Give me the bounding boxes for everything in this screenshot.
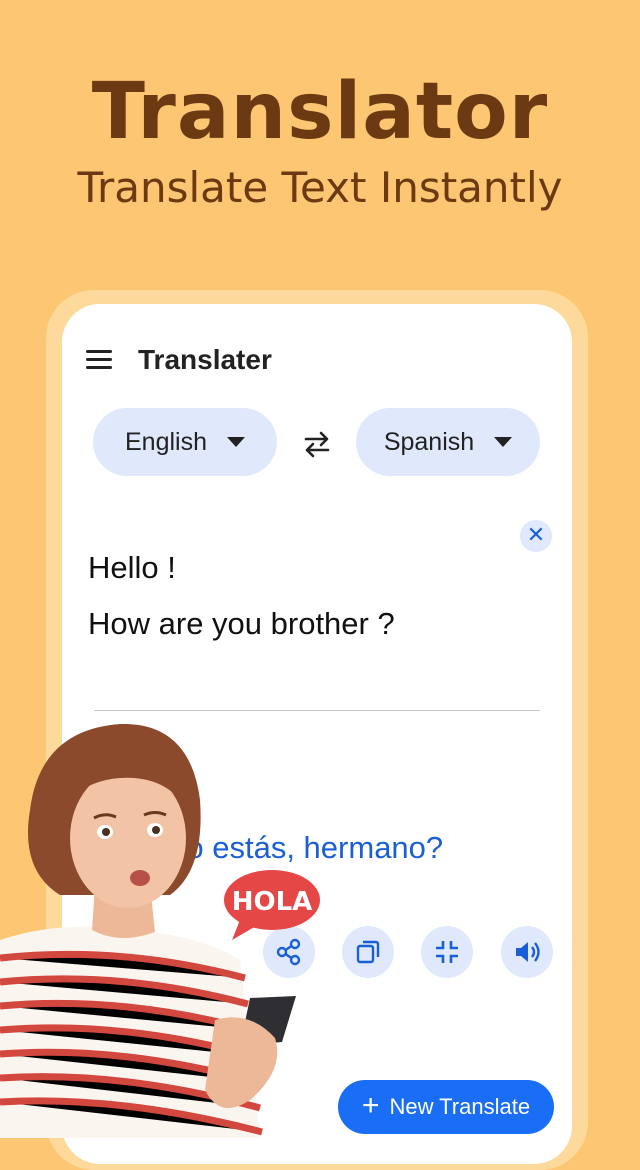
plus-icon: +	[361, 1088, 380, 1122]
speak-button[interactable]	[501, 926, 553, 978]
chevron-down-icon	[227, 437, 245, 447]
input-text-line-1[interactable]: Hello !	[88, 550, 176, 586]
new-translate-button[interactable]: + New Translate	[338, 1080, 554, 1134]
target-language-label: Spanish	[383, 427, 475, 456]
hola-speech-bubble: HOLA	[224, 870, 320, 940]
hola-text: HOLA	[232, 887, 313, 917]
copy-button[interactable]	[342, 926, 394, 978]
promo-title: Translator	[91, 67, 549, 157]
new-translate-label: New Translate	[389, 1094, 531, 1119]
input-text-line-2[interactable]: How are you brother ?	[88, 606, 395, 642]
copy-icon	[356, 940, 380, 964]
fullscreen-button[interactable]	[421, 926, 473, 978]
app-title: Translater	[138, 344, 272, 375]
source-language-dropdown[interactable]: English	[93, 408, 277, 476]
target-language-dropdown[interactable]: Spanish	[356, 408, 540, 476]
swap-icon[interactable]	[302, 430, 332, 458]
menu-icon[interactable]	[86, 350, 114, 372]
promo-subtitle: Translate Text Instantly	[77, 163, 563, 212]
speaker-icon	[516, 942, 540, 962]
divider	[94, 710, 540, 711]
fullscreen-exit-icon	[436, 941, 458, 963]
chevron-down-icon	[494, 437, 513, 447]
source-language-label: English	[125, 427, 207, 456]
close-icon[interactable]: ✕	[520, 520, 552, 552]
